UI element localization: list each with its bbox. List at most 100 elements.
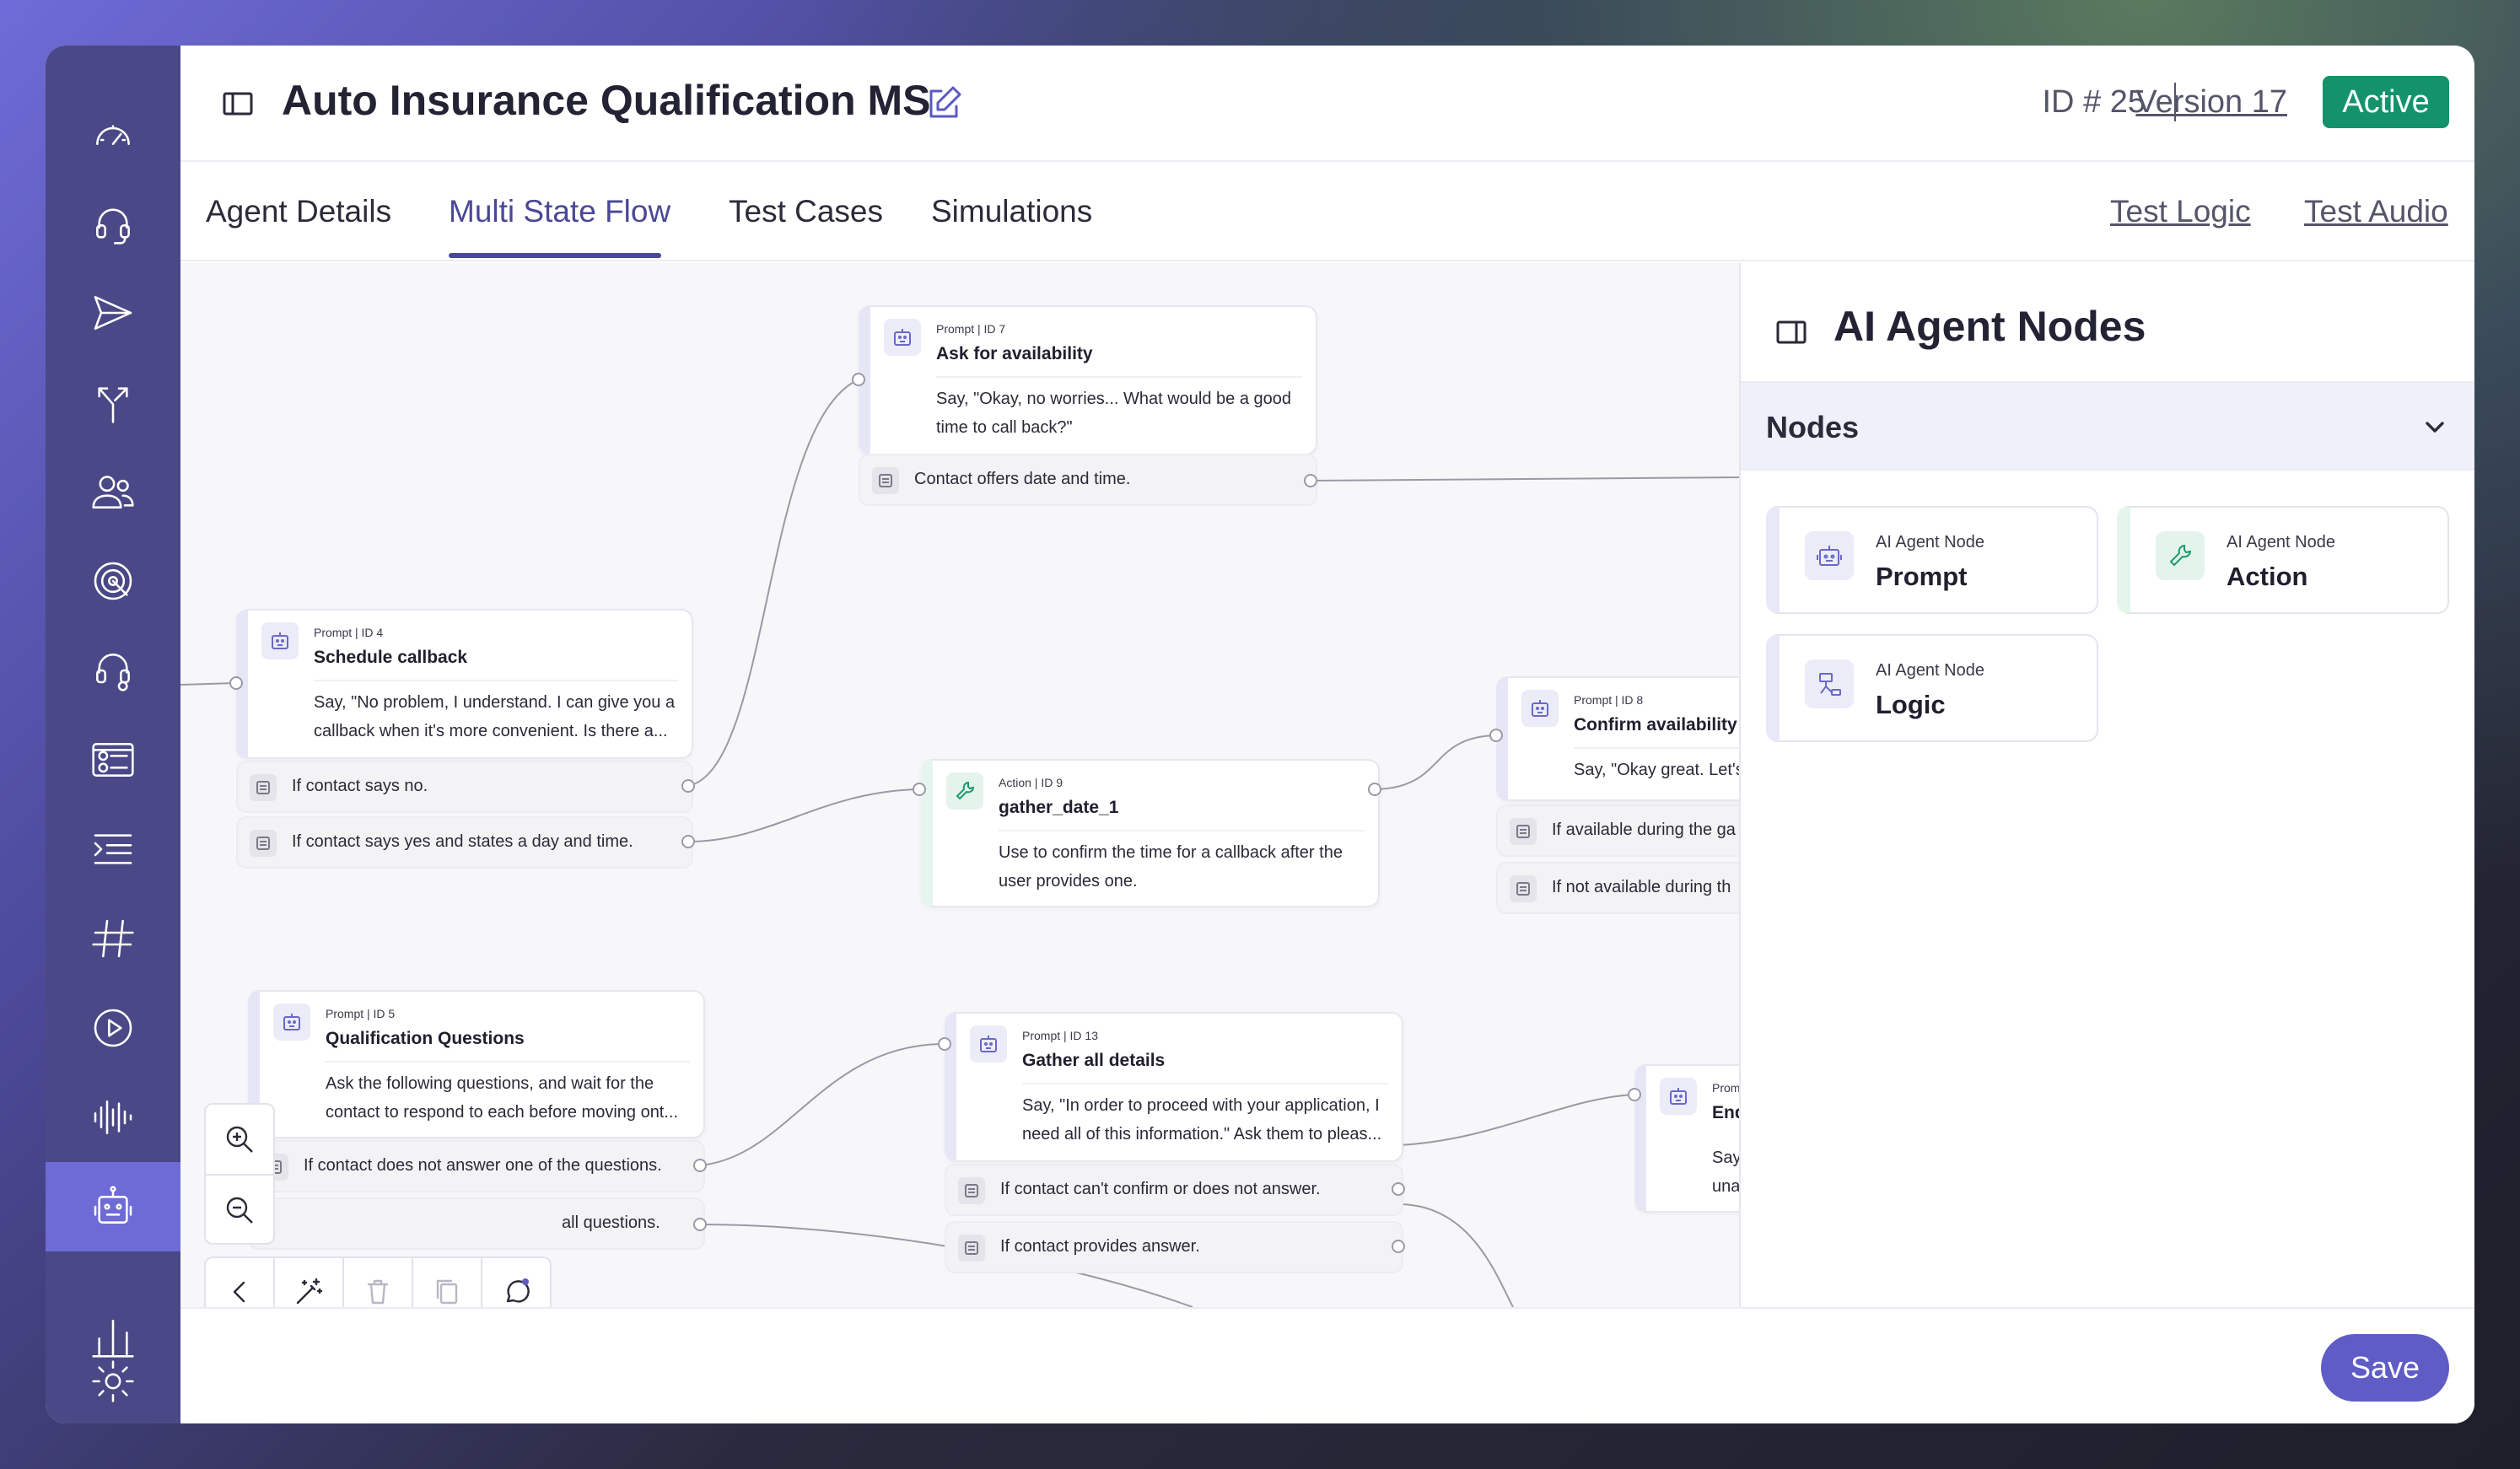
node-body: Say, "Okay great. Let's — [1574, 761, 1739, 779]
list-icon[interactable] — [46, 804, 180, 894]
trash-icon — [367, 1279, 389, 1305]
clip-region: Promp End Say, unab — [1634, 1064, 1739, 1216]
sidebar-toggle-icon[interactable] — [221, 87, 255, 121]
node-meta: Prompt | ID 13 — [1022, 1029, 1099, 1042]
comments-button[interactable] — [482, 1258, 552, 1307]
condition-row[interactable]: If not available during th — [1496, 862, 1739, 914]
robot-icon — [273, 1004, 310, 1041]
input-port[interactable] — [938, 1037, 951, 1051]
robot-icon[interactable] — [46, 1162, 180, 1251]
flow-node-gather-date[interactable]: Action | ID 9 gather_date_1 Use to confi… — [921, 759, 1380, 907]
palette-logic-node[interactable]: AI Agent Node Logic — [1766, 634, 2098, 742]
output-port[interactable] — [1392, 1182, 1405, 1196]
flow-node-schedule-callback[interactable]: Prompt | ID 4 Schedule callback Say, "No… — [236, 609, 693, 759]
panel-title: AI Agent Nodes — [1833, 303, 2146, 350]
tab-agent-details[interactable]: Agent Details — [206, 194, 391, 229]
input-port[interactable] — [1628, 1088, 1641, 1101]
back-button[interactable] — [206, 1258, 275, 1307]
condition-icon — [1510, 875, 1537, 902]
save-button[interactable]: Save — [2321, 1334, 2449, 1402]
node-body: Ask the following questions, and wait fo… — [326, 1074, 679, 1122]
edit-icon[interactable] — [923, 83, 965, 125]
play-icon[interactable] — [46, 983, 180, 1073]
input-port[interactable] — [913, 783, 926, 796]
edge — [687, 788, 920, 842]
condition-text: If contact says no. — [292, 777, 428, 795]
node-meta: Promp — [1712, 1081, 1739, 1095]
panel-toggle-icon[interactable] — [1774, 315, 1808, 349]
condition-icon — [958, 1235, 985, 1262]
tab-simulations[interactable]: Simulations — [931, 194, 1092, 229]
condition-row[interactable]: If contact says no. — [236, 761, 693, 813]
active-tab-indicator — [449, 253, 661, 258]
auto-layout-button[interactable] — [275, 1258, 344, 1307]
condition-icon — [1510, 818, 1537, 845]
node-divider — [936, 376, 1302, 378]
tab-test-cases[interactable]: Test Cases — [729, 194, 883, 229]
dashboard-icon[interactable] — [46, 89, 180, 179]
test-audio-link[interactable]: Test Audio — [2304, 194, 2448, 229]
output-port[interactable] — [693, 1218, 707, 1231]
node-title: Schedule callback — [314, 648, 468, 667]
condition-row[interactable]: If contact can't confirm or does not ans… — [945, 1164, 1403, 1216]
palette-action-node[interactable]: AI Agent Node Action — [2117, 506, 2449, 614]
hash-icon[interactable] — [46, 894, 180, 983]
output-port[interactable] — [1304, 474, 1317, 487]
node-body: Say, "In order to proceed with your appl… — [1022, 1096, 1382, 1143]
flow-node-qualification-questions[interactable]: Prompt | ID 5 Qualification Questions As… — [248, 990, 705, 1138]
target-icon[interactable] — [46, 536, 180, 626]
condition-row[interactable]: Contact offers date and time. — [859, 454, 1317, 506]
nodes-accordion[interactable]: Nodes — [1741, 381, 2474, 471]
condition-row[interactable]: If contact does not answer one of the qu… — [248, 1140, 705, 1192]
zoom-out-button[interactable] — [206, 1176, 273, 1245]
node-title: Qualification Questions — [326, 1029, 525, 1048]
logic-icon — [1805, 659, 1854, 708]
palette-node-name: Action — [2227, 562, 2308, 591]
input-port[interactable] — [1489, 729, 1503, 742]
send-icon[interactable] — [46, 268, 180, 358]
copy-button[interactable] — [413, 1258, 482, 1307]
flow-canvas[interactable]: Prompt | ID 7 Ask for availability Say, … — [180, 263, 1739, 1307]
output-port[interactable] — [1392, 1240, 1405, 1253]
condition-row[interactable]: If contact says yes and states a day and… — [236, 816, 693, 869]
flow-node-confirm-availability[interactable]: Prompt | ID 8 Confirm availability Say, … — [1496, 676, 1739, 801]
edge — [1397, 1203, 1514, 1307]
input-port[interactable] — [229, 676, 243, 690]
output-port[interactable] — [693, 1159, 707, 1172]
flow-node-end[interactable]: Promp End Say, unab — [1634, 1064, 1739, 1213]
condition-row[interactable]: If contact provides answer. — [945, 1221, 1403, 1273]
zoom-in-button[interactable] — [206, 1105, 273, 1174]
palette-node-name: Logic — [1876, 690, 1946, 719]
palette-prompt-node[interactable]: AI Agent Node Prompt — [1766, 506, 2098, 614]
split-icon[interactable] — [46, 358, 180, 447]
node-title: gather_date_1 — [999, 798, 1119, 817]
node-divider — [1574, 747, 1739, 749]
support-icon[interactable] — [46, 626, 180, 715]
id-card-icon[interactable] — [46, 715, 180, 804]
output-port[interactable] — [681, 835, 695, 848]
output-port[interactable] — [681, 779, 695, 793]
input-port[interactable] — [852, 373, 865, 386]
node-palette-panel: AI Agent Nodes Nodes AI Agent Node Promp… — [1739, 263, 2474, 1307]
condition-text: If contact can't confirm or does not ans… — [1000, 1180, 1321, 1198]
node-divider — [314, 680, 678, 681]
node-body: Use to confirm the time for a callback a… — [999, 843, 1343, 891]
output-port[interactable] — [1368, 783, 1381, 796]
settings-icon[interactable] — [46, 1360, 180, 1423]
agent-id: ID # 25 — [2042, 84, 2146, 120]
flow-node-ask-availability[interactable]: Prompt | ID 7 Ask for availability Say, … — [859, 305, 1317, 455]
headset-icon[interactable] — [46, 179, 180, 268]
chevron-down-icon[interactable] — [2420, 413, 2449, 442]
page-footer: Save — [180, 1307, 2474, 1423]
delete-button[interactable] — [344, 1258, 413, 1307]
condition-row[interactable]: If available during the ga — [1496, 804, 1739, 857]
node-title: Gather all details — [1022, 1051, 1166, 1070]
users-icon[interactable] — [46, 447, 180, 536]
app-window: Auto Insurance Qualification MS ID # 25 … — [46, 46, 2474, 1423]
flow-node-gather-details[interactable]: Prompt | ID 13 Gather all details Say, "… — [945, 1012, 1403, 1162]
version-link[interactable]: Version 17 — [2135, 84, 2287, 121]
tab-multi-state-flow[interactable]: Multi State Flow — [449, 194, 670, 229]
test-logic-link[interactable]: Test Logic — [2110, 194, 2251, 229]
condition-row[interactable]: all questions. — [248, 1197, 705, 1250]
audio-wave-icon[interactable] — [46, 1073, 180, 1162]
